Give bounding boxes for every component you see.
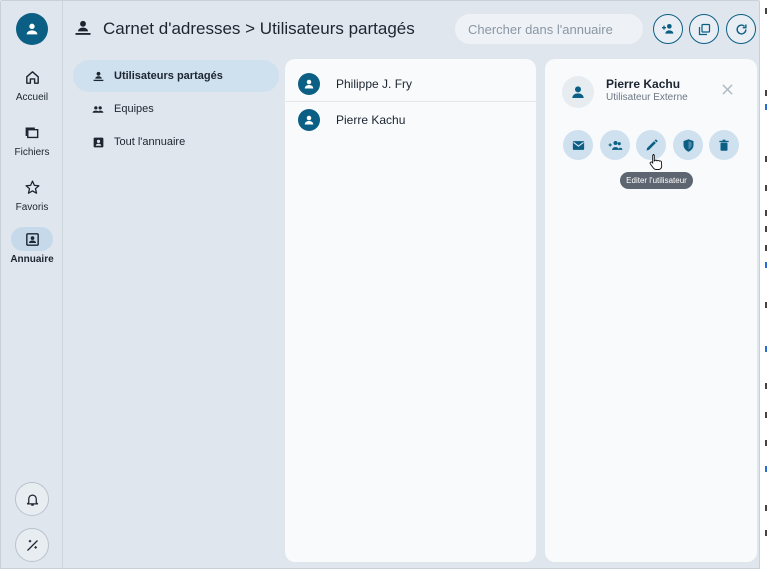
shared-users-icon (91, 69, 105, 83)
person-icon (298, 73, 320, 95)
refresh-icon (735, 23, 747, 35)
user-list-panel: Philippe J. Fry Pierre Kachu (285, 59, 536, 562)
menu-label: Utilisateurs partagés (114, 70, 223, 82)
nav-label-accueil: Accueil (15, 92, 49, 103)
theme-toggle-button[interactable] (15, 528, 49, 562)
mail-icon (572, 140, 584, 150)
edge-mark (765, 505, 767, 511)
nav-item-accueil[interactable]: Accueil (1, 65, 63, 103)
security-icon (683, 138, 693, 152)
person-icon (572, 86, 584, 98)
menu-label: Equipes (114, 103, 154, 115)
user-avatar[interactable] (16, 13, 48, 45)
menu-item-equipes[interactable]: Equipes (73, 93, 279, 125)
search-input[interactable] (454, 13, 644, 45)
edge-mark (765, 346, 767, 352)
detail-user-type: Utilisateur Externe (606, 92, 688, 103)
files-icon (11, 120, 53, 144)
close-icon (721, 83, 733, 95)
avatar (562, 76, 594, 108)
person-icon (298, 109, 320, 131)
bell-icon (26, 494, 38, 506)
list-item[interactable]: Philippe J. Fry (285, 66, 536, 102)
team-icon (91, 102, 105, 116)
edge-mark (765, 185, 767, 191)
hand-cursor-icon (649, 154, 663, 170)
edge-mark (765, 302, 767, 308)
edge-mark (765, 8, 767, 14)
delete-icon (719, 139, 729, 151)
notifications-button[interactable] (15, 482, 49, 516)
theme-icon (26, 539, 38, 551)
nav-label-fichiers: Fichiers (14, 147, 50, 158)
add-user-button[interactable] (653, 14, 683, 44)
refresh-button[interactable] (726, 14, 756, 44)
edge-mark (765, 210, 767, 216)
contact-card-icon (11, 227, 53, 251)
nav-item-annuaire[interactable]: Annuaire (1, 227, 63, 265)
edge-mark (765, 156, 767, 162)
nav-item-favoris[interactable]: Favoris (1, 175, 63, 213)
edge-mark (765, 226, 767, 232)
close-button[interactable] (718, 80, 736, 98)
edge-mark (765, 412, 767, 418)
edge-mark (765, 530, 767, 536)
person-icon (26, 23, 38, 35)
list-item-name: Pierre Kachu (336, 113, 406, 127)
copy-icon (698, 23, 710, 35)
add-to-group-icon (608, 140, 622, 150)
nav-item-fichiers[interactable]: Fichiers (1, 120, 63, 158)
directory-icon (91, 135, 105, 149)
edge-mark (765, 440, 767, 446)
menu-item-utilisateurs-partages[interactable]: Utilisateurs partagés (73, 60, 279, 92)
add-to-group-button[interactable] (600, 130, 630, 160)
list-item[interactable]: Pierre Kachu (285, 102, 536, 138)
edge-mark (765, 104, 767, 110)
home-icon (11, 65, 53, 89)
nav-label-favoris: Favoris (15, 202, 49, 213)
edge-mark (765, 90, 767, 96)
edge-mark (765, 262, 767, 268)
send-mail-button[interactable] (563, 130, 593, 160)
edge-mark (765, 466, 767, 472)
tooltip: Editer l'utilisateur (620, 172, 693, 189)
menu-item-tout-annuaire[interactable]: Tout l'annuaire (73, 126, 279, 158)
menu-label: Tout l'annuaire (114, 136, 186, 148)
edge-mark (765, 245, 767, 251)
breadcrumb: Carnet d'adresses > Utilisateurs partagé… (103, 19, 415, 38)
app-window: Accueil Fichiers Favoris Annuaire Carnet… (0, 0, 760, 569)
nav-label-annuaire: Annuaire (10, 254, 54, 265)
edge-mark (765, 383, 767, 389)
add-user-icon (662, 24, 674, 34)
background-window-edge (761, 0, 768, 569)
list-item-name: Philippe J. Fry (336, 77, 413, 91)
security-button[interactable] (673, 130, 703, 160)
copy-button[interactable] (689, 14, 719, 44)
nav-rail: Accueil Fichiers Favoris Annuaire (1, 1, 63, 568)
address-book-icon (73, 18, 93, 38)
edit-icon (646, 138, 658, 150)
user-detail-panel: Pierre Kachu Utilisateur Externe Editer … (545, 59, 757, 562)
delete-user-button[interactable] (709, 130, 739, 160)
detail-user-name: Pierre Kachu (606, 77, 681, 91)
star-icon (11, 175, 53, 199)
